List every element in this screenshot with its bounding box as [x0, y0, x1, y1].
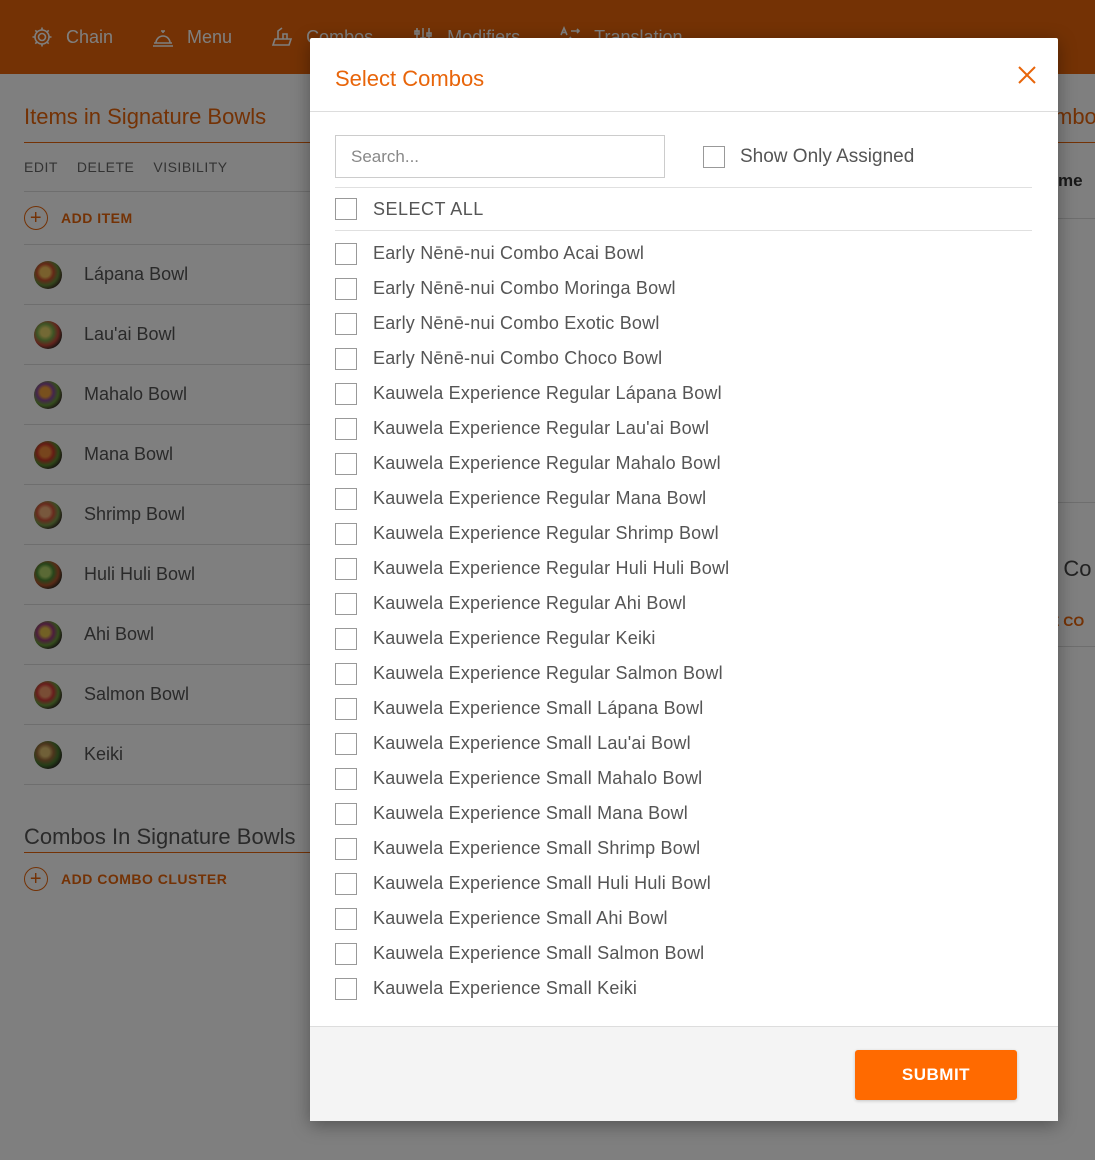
combo-option[interactable]: Kauwela Experience Regular Lápana Bowl — [335, 376, 1032, 411]
combo-label: Kauwela Experience Small Lau'ai Bowl — [373, 733, 691, 753]
combo-label: Kauwela Experience Regular Huli Huli Bow… — [373, 558, 730, 578]
combo-label: Kauwela Experience Small Mahalo Bowl — [373, 768, 703, 788]
combo-option[interactable]: Kauwela Experience Small Keiki — [335, 971, 1032, 1006]
select-all-row[interactable]: SELECT ALL — [335, 188, 1032, 231]
combo-checkbox[interactable] — [335, 417, 357, 440]
combo-checkbox[interactable] — [335, 277, 357, 300]
close-icon — [1018, 65, 1036, 84]
combo-label: Early Nēnē-nui Combo Acai Bowl — [373, 243, 645, 263]
select-all-checkbox[interactable] — [335, 198, 357, 220]
combo-label: Kauwela Experience Regular Lau'ai Bowl — [373, 418, 710, 438]
combo-option[interactable]: Kauwela Experience Small Lau'ai Bowl — [335, 726, 1032, 761]
submit-button[interactable]: SUBMIT — [855, 1050, 1017, 1100]
search-input[interactable] — [335, 135, 665, 178]
combo-label: Early Nēnē-nui Combo Exotic Bowl — [373, 313, 660, 333]
show-only-assigned-checkbox[interactable] — [703, 145, 725, 168]
combo-label: Kauwela Experience Regular Salmon Bowl — [373, 663, 723, 683]
combo-list: Early Nēnē-nui Combo Acai Bowl Early Nēnē… — [335, 231, 1032, 1006]
search-row: Show Only Assigned — [335, 126, 1032, 188]
combo-option[interactable]: Kauwela Experience Regular Ahi Bowl — [335, 586, 1032, 621]
modal-header: Select Combos — [310, 38, 1058, 112]
show-only-assigned-label: Show Only Assigned — [740, 145, 915, 167]
show-only-assigned-toggle[interactable]: Show Only Assigned — [703, 145, 915, 168]
combo-option[interactable]: Kauwela Experience Small Shrimp Bowl — [335, 831, 1032, 866]
combo-option[interactable]: Kauwela Experience Regular Mahalo Bowl — [335, 446, 1032, 481]
combo-label: Early Nēnē-nui Combo Choco Bowl — [373, 348, 663, 368]
modal-title: Select Combos — [335, 65, 485, 91]
combo-option[interactable]: Early Nēnē-nui Combo Choco Bowl — [335, 341, 1032, 376]
combo-checkbox[interactable] — [335, 907, 357, 930]
combo-checkbox[interactable] — [335, 872, 357, 895]
combo-label: Kauwela Experience Small Ahi Bowl — [373, 908, 668, 928]
combo-checkbox[interactable] — [335, 522, 357, 545]
combo-checkbox[interactable] — [335, 242, 357, 265]
combo-option[interactable]: Kauwela Experience Small Mana Bowl — [335, 796, 1032, 831]
combo-checkbox[interactable] — [335, 452, 357, 475]
modal-footer: SUBMIT — [310, 1026, 1058, 1121]
combo-checkbox[interactable] — [335, 627, 357, 650]
combo-label: Kauwela Experience Small Mana Bowl — [373, 803, 688, 823]
combo-option[interactable]: Kauwela Experience Small Salmon Bowl — [335, 936, 1032, 971]
combo-checkbox[interactable] — [335, 942, 357, 965]
combo-option[interactable]: Early Nēnē-nui Combo Exotic Bowl — [335, 306, 1032, 341]
combo-label: Kauwela Experience Small Huli Huli Bowl — [373, 873, 711, 893]
combo-checkbox[interactable] — [335, 487, 357, 510]
combo-checkbox[interactable] — [335, 662, 357, 685]
combo-option[interactable]: Kauwela Experience Regular Salmon Bowl — [335, 656, 1032, 691]
combo-checkbox[interactable] — [335, 837, 357, 860]
combo-option[interactable]: Early Nēnē-nui Combo Moringa Bowl — [335, 271, 1032, 306]
combo-label: Kauwela Experience Small Lápana Bowl — [373, 698, 704, 718]
combo-label: Kauwela Experience Regular Lápana Bowl — [373, 383, 722, 403]
combo-option[interactable]: Kauwela Experience Regular Shrimp Bowl — [335, 516, 1032, 551]
combo-label: Kauwela Experience Small Keiki — [373, 978, 638, 998]
combo-option[interactable]: Kauwela Experience Regular Lau'ai Bowl — [335, 411, 1032, 446]
combo-label: Kauwela Experience Regular Mahalo Bowl — [373, 453, 721, 473]
combo-option[interactable]: Kauwela Experience Small Ahi Bowl — [335, 901, 1032, 936]
combo-checkbox[interactable] — [335, 312, 357, 335]
combo-option[interactable]: Kauwela Experience Regular Mana Bowl — [335, 481, 1032, 516]
combo-label: Kauwela Experience Small Salmon Bowl — [373, 943, 705, 963]
combo-option[interactable]: Kauwela Experience Regular Keiki — [335, 621, 1032, 656]
combo-option[interactable]: Kauwela Experience Regular Huli Huli Bow… — [335, 551, 1032, 586]
combo-option[interactable]: Kauwela Experience Small Lápana Bowl — [335, 691, 1032, 726]
combo-option[interactable]: Kauwela Experience Small Mahalo Bowl — [335, 761, 1032, 796]
select-combos-modal: Select Combos Show Only Assigned SELECT … — [310, 38, 1058, 1121]
combo-checkbox[interactable] — [335, 347, 357, 370]
combo-checkbox[interactable] — [335, 557, 357, 580]
select-all-label: SELECT ALL — [373, 198, 484, 219]
combo-option[interactable]: Early Nēnē-nui Combo Acai Bowl — [335, 236, 1032, 271]
combo-checkbox[interactable] — [335, 382, 357, 405]
combo-checkbox[interactable] — [335, 592, 357, 615]
combo-checkbox[interactable] — [335, 767, 357, 790]
combo-option[interactable]: Kauwela Experience Small Huli Huli Bowl — [335, 866, 1032, 901]
combo-checkbox[interactable] — [335, 977, 357, 1000]
combo-label: Kauwela Experience Regular Ahi Bowl — [373, 593, 687, 613]
combo-label: Kauwela Experience Small Shrimp Bowl — [373, 838, 701, 858]
combo-label: Kauwela Experience Regular Mana Bowl — [373, 488, 707, 508]
combo-checkbox[interactable] — [335, 802, 357, 825]
combo-label: Early Nēnē-nui Combo Moringa Bowl — [373, 278, 676, 298]
modal-body: Show Only Assigned SELECT ALL Early Nēnē… — [310, 112, 1058, 1006]
combo-label: Kauwela Experience Regular Keiki — [373, 628, 656, 648]
combo-checkbox[interactable] — [335, 697, 357, 720]
combo-label: Kauwela Experience Regular Shrimp Bowl — [373, 523, 719, 543]
close-button[interactable] — [1014, 62, 1040, 88]
combo-checkbox[interactable] — [335, 732, 357, 755]
